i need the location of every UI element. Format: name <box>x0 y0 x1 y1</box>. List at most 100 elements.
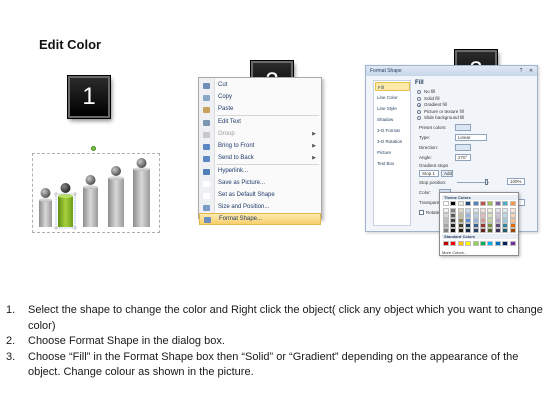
stop-select[interactable]: Stop 1 <box>419 170 439 177</box>
menu-item-paste[interactable]: Paste <box>199 104 321 116</box>
theme-color-swatch[interactable] <box>457 201 464 206</box>
standard-color-swatch[interactable] <box>487 241 494 246</box>
step-text: Choose “Fill” in the Format Shape box th… <box>28 350 519 379</box>
radio-button[interactable] <box>417 96 421 101</box>
instructions-list: 1. Select the shape to change the color a… <box>6 303 552 381</box>
standard-color-swatch[interactable] <box>480 241 486 246</box>
rotate-checkbox[interactable] <box>419 210 424 215</box>
close-icon[interactable]: ✕ <box>527 68 535 74</box>
nav-item-picture[interactable]: Picture <box>375 148 410 157</box>
help-icon[interactable]: ? <box>517 68 525 74</box>
menu-item-bring-to-front[interactable]: Bring to Front ▶ <box>199 141 321 153</box>
fill-option-slide-background-fill[interactable]: Slide background fill <box>417 115 464 121</box>
direction-dropdown[interactable] <box>455 144 471 151</box>
menu-item-hyperlink[interactable]: Hyperlink... <box>199 166 321 178</box>
menu-item-label: Bring to Front <box>218 143 255 149</box>
submenu-arrow-icon: ▶ <box>312 143 316 149</box>
nav-item-3-d-rotation[interactable]: 3-D Rotation <box>375 137 410 146</box>
instruction-step: 2. Choose Format Shape in the dialog box. <box>6 334 552 350</box>
theme-shade-swatch[interactable] <box>457 228 464 234</box>
menu-item-cut[interactable]: Cut <box>199 80 321 92</box>
fill-option-gradient-fill[interactable]: Gradient fill <box>417 102 447 108</box>
theme-color-swatch[interactable] <box>465 201 472 206</box>
nav-item-shadow[interactable]: Shadow <box>375 115 410 124</box>
ball-4 <box>111 166 121 176</box>
menu-item-icon <box>203 107 210 113</box>
preset-colors-dropdown[interactable] <box>455 124 471 131</box>
gradient-stops-label: Gradient stops <box>419 163 449 168</box>
standard-color-swatch[interactable] <box>443 241 449 246</box>
menu-item-send-to-back[interactable]: Send to Back ▶ <box>199 153 321 165</box>
step-text: Select the shape to change the color and… <box>28 304 543 332</box>
theme-color-swatch[interactable] <box>443 201 449 206</box>
ball-1 <box>40 188 51 198</box>
menu-item-label: Save as Picture... <box>218 180 266 186</box>
menu-item-icon <box>203 193 210 199</box>
nav-item-line-style[interactable]: Line Style <box>375 104 410 113</box>
radio-button[interactable] <box>417 90 421 94</box>
standard-color-swatch[interactable] <box>457 241 464 246</box>
fill-option-solid-fill[interactable]: Solid fill <box>417 96 440 102</box>
menu-item-copy[interactable]: Copy <box>199 92 321 104</box>
theme-color-swatch[interactable] <box>480 201 486 206</box>
fill-option-no-fill[interactable]: No fill <box>417 89 435 95</box>
menu-item-set-as-default-shape[interactable]: Set as Default Shape <box>199 190 321 202</box>
menu-item-label: Hyperlink... <box>218 168 249 174</box>
menu-item-icon <box>203 169 210 175</box>
color-label: Color: <box>419 190 432 195</box>
standard-color-swatch[interactable] <box>502 241 509 246</box>
menu-item-icon <box>203 95 210 101</box>
standard-color-swatch[interactable] <box>494 241 501 246</box>
type-select[interactable]: Linear <box>455 134 487 141</box>
theme-color-swatch[interactable] <box>509 201 516 206</box>
radio-button[interactable] <box>417 109 421 114</box>
bar-1 <box>39 200 52 227</box>
context-menu: Cut Copy Paste Edit Text Group ▶ Bring to Fron… <box>198 77 322 225</box>
nav-item-fill[interactable]: Fill <box>375 82 410 91</box>
fill-option-label: Slide background fill <box>424 115 465 120</box>
fill-option-label: Picture or texture fill <box>424 108 464 114</box>
menu-item-icon <box>203 144 210 150</box>
menu-item-format-shape[interactable]: Format Shape... <box>199 213 321 225</box>
theme-shade-swatch[interactable] <box>443 228 449 234</box>
add-stop-button[interactable]: Add <box>441 170 453 177</box>
theme-shade-swatch[interactable] <box>509 228 516 234</box>
standard-color-swatch[interactable] <box>509 241 516 246</box>
menu-item-icon <box>203 181 210 187</box>
nav-item-text-box[interactable]: Text Box <box>375 159 410 168</box>
nav-item-3-d-format[interactable]: 3-D Format <box>375 126 410 135</box>
menu-item-label: Format Shape... <box>219 216 263 222</box>
theme-shade-swatch[interactable] <box>465 228 472 234</box>
menu-item-label: Cut <box>218 82 228 88</box>
menu-item-size-and-position[interactable]: Size and Position... <box>199 202 321 214</box>
rotate-handle[interactable] <box>91 146 96 151</box>
angle-input[interactable]: 270° <box>455 154 471 161</box>
theme-color-swatch[interactable] <box>487 201 494 206</box>
radio-button[interactable] <box>417 103 421 107</box>
slider-thumb[interactable] <box>485 179 488 185</box>
theme-color-swatch[interactable] <box>450 201 457 206</box>
radio-button[interactable] <box>417 116 421 120</box>
bar-shapes-graphic <box>39 158 150 230</box>
standard-color-swatch[interactable] <box>465 241 472 246</box>
theme-shade-swatch[interactable] <box>494 228 501 234</box>
menu-item-edit-text[interactable]: Edit Text <box>199 117 321 129</box>
standard-color-swatch[interactable] <box>472 241 479 246</box>
stop-position-input[interactable]: 100% <box>507 178 525 185</box>
stop-position-label: Stop position: <box>419 180 447 185</box>
standard-color-swatch[interactable] <box>450 241 457 246</box>
theme-shade-swatch[interactable] <box>480 228 486 234</box>
nav-item-line-color[interactable]: Line Color <box>375 93 410 102</box>
theme-shade-swatch[interactable] <box>487 228 494 234</box>
theme-color-swatch[interactable] <box>494 201 501 206</box>
more-colors-link[interactable]: More Colors... <box>442 250 467 255</box>
menu-item-label: Copy <box>218 94 233 100</box>
theme-shade-swatch[interactable] <box>472 228 479 234</box>
bar-2-selected <box>58 196 73 227</box>
theme-shade-swatch[interactable] <box>450 228 457 234</box>
theme-shade-swatch[interactable] <box>502 228 509 234</box>
menu-item-save-as-picture[interactable]: Save as Picture... <box>199 178 321 190</box>
fill-option-picture-or-texture-fill[interactable]: Picture or texture fill <box>417 109 464 115</box>
theme-color-swatch[interactable] <box>502 201 509 206</box>
theme-color-swatch[interactable] <box>472 201 479 206</box>
